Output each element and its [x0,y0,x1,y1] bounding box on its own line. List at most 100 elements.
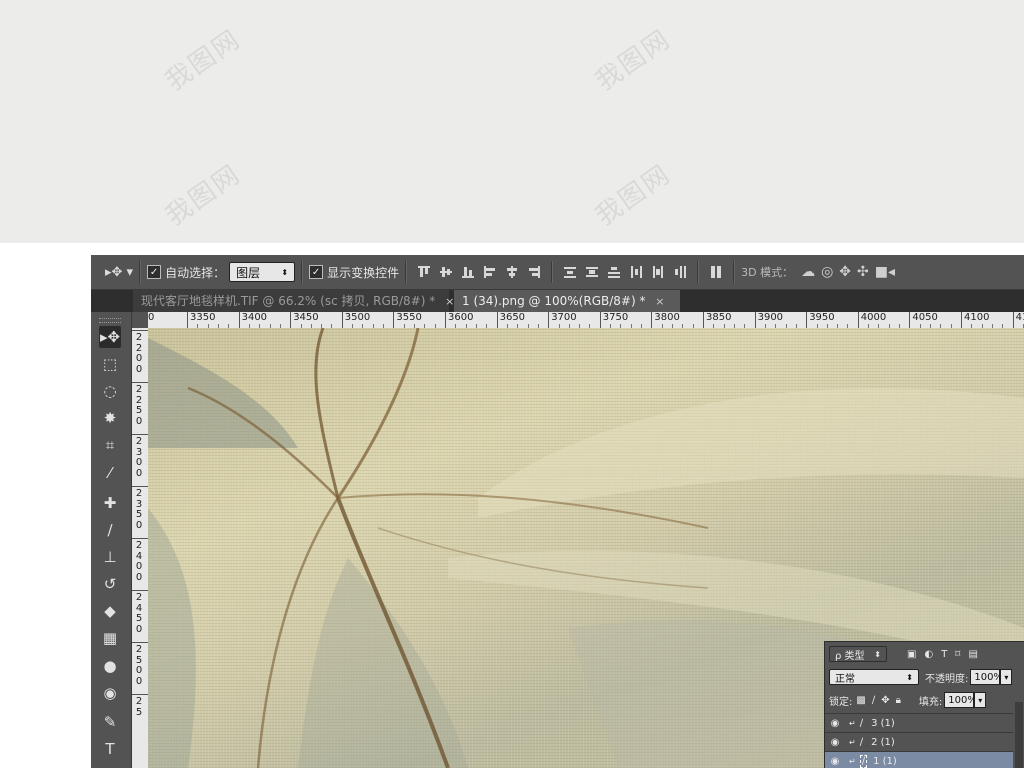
layer-name: 3 (1) [871,717,895,729]
magic-wand-tool[interactable]: ✸ [99,407,121,429]
filter-pixel-icon[interactable]: ▣ [907,649,916,660]
ruler-label-digit: 0 [135,561,143,572]
clone-stamp-tool[interactable]: ⊥ [99,546,121,568]
ruler-label: 3600 [448,312,474,323]
distribute-top-icon[interactable] [563,265,577,279]
ruler-label-digit: 0 [135,467,143,479]
layer-row[interactable]: ◉ ↵ ∕ 3 (1) [825,713,1013,732]
visibility-eye-icon[interactable]: ◉ [825,756,845,767]
pen-tool-icon: ✎ [103,713,117,731]
history-brush-tool-icon: ↺ [103,575,117,593]
lock-all-icon[interactable]: 🔒︎ [896,695,901,706]
move-tool-preset-icon[interactable]: ▸✥ ▾ [105,265,133,280]
ruler-label: 3850 [706,312,732,323]
document-tab-active[interactable]: 1 (34).png @ 100%(RGB/8#) * × [454,290,680,312]
visibility-eye-icon[interactable]: ◉ [825,737,845,748]
horizontal-ruler[interactable]: 0 3350 3400 3450 3500 3550 3600 3650 3700 3750 38… [148,312,1024,329]
layer-row-selected[interactable]: ◉ ↵ ∕ 1 (1) [825,751,1013,768]
ruler-label-digit: 2 [135,488,143,499]
lasso-tool-icon: ◌ [103,382,117,400]
slide-3d-icon[interactable]: ✣ [857,264,869,280]
gradient-tool[interactable]: ▦ [99,627,121,649]
show-transform-checkbox[interactable]: ✓ [309,265,324,279]
clip-indicator-icon: ↵ [849,718,856,728]
ruler-label-digit: 5 [135,405,143,416]
lock-paint-icon[interactable]: ∕ [872,695,875,706]
tab-close-icon[interactable]: × [655,291,664,313]
layers-scrollbar[interactable] [1015,702,1023,768]
type-tool[interactable]: T [99,738,121,760]
blend-mode-dropdown[interactable]: 正常 ⬍ [829,669,919,685]
pen-tool[interactable]: ✎ [99,711,121,733]
filter-type-icon[interactable]: T [941,649,947,660]
filter-shape-icon[interactable]: ⌑ [955,649,960,660]
visibility-eye-icon[interactable]: ◉ [825,718,845,729]
ruler-label: 3950 [809,312,835,323]
eraser-tool[interactable]: ◆ [99,600,121,622]
fill-field[interactable]: 100% [944,692,977,708]
opacity-field[interactable]: 100% [970,669,1003,685]
brush-tool[interactable]: ∕ [99,519,121,541]
layer-name: 2 (1) [871,736,895,748]
auto-select-target-value: 图层 [236,265,261,280]
vertical-ruler[interactable]: 220022502300235024002450250025 [132,328,149,768]
drag-3d-icon[interactable]: ✥ [839,264,851,280]
ruler-label: 3350 [190,312,216,323]
document-tab-inactive[interactable]: 现代客厅地毯样机.TIF @ 66.2% (sc 拷贝, RGB/8#) * × [133,290,454,312]
align-left-icon[interactable] [483,265,497,279]
tool-panel-grip[interactable] [99,318,121,323]
tab-close-icon[interactable]: × [445,291,454,313]
ruler-label: 3750 [602,312,629,323]
layer-thumbnail: ∕ [859,754,868,768]
healing-brush-tool[interactable]: ✚ [99,492,121,514]
ruler-label: 4100 [964,312,990,323]
align-top-icon[interactable] [417,265,431,279]
roll-3d-icon[interactable]: ◎ [821,264,833,280]
align-bottom-icon[interactable] [461,265,475,279]
align-vcenter-icon[interactable] [439,265,453,279]
align-right-icon[interactable] [527,265,541,279]
layer-row[interactable]: ◉ ↵ ∕ 2 (1) [825,732,1013,751]
artwork-leaf [148,338,298,448]
auto-select-checkbox[interactable]: ✓ [147,265,162,279]
distribute-bottom-icon[interactable] [607,265,621,279]
fill-slider-toggle[interactable]: ▾ [974,692,987,708]
path-selection-tool[interactable]: ▶ [99,764,121,768]
lock-transparent-icon[interactable]: ▩ [856,695,865,706]
eyedropper-tool[interactable]: ⁄ [99,462,121,484]
clip-indicator-icon: ↵ [849,737,856,747]
top-blank-area [0,0,1024,243]
auto-align-icon[interactable] [709,265,723,279]
rotate-3d-icon[interactable]: ☁ [801,264,815,280]
distribute-left-icon[interactable] [629,265,643,279]
auto-select-label: 自动选择： [165,265,226,280]
marquee-tool[interactable]: ⬚ [99,353,121,375]
align-hcenter-icon[interactable] [505,265,519,279]
filter-smart-object-icon[interactable]: ▤ [968,649,977,660]
ruler-label-digit: 0 [135,571,143,583]
ruler-label-digit: 4 [135,602,143,614]
scale-3d-icon[interactable]: ■◂ [875,264,895,280]
distribute-vcenter-icon[interactable] [585,265,599,279]
lasso-tool[interactable]: ◌ [99,380,121,402]
mode-3d-label: 3D 模式： [741,266,794,279]
distribute-hcenter-icon[interactable] [651,265,665,279]
distribute-right-icon[interactable] [673,265,687,279]
auto-select-target-dropdown[interactable]: 图层 ⬍ [229,262,296,282]
dodge-tool[interactable]: ◉ [99,682,121,704]
move-tool[interactable]: ▸✥ [99,326,121,348]
history-brush-tool[interactable]: ↺ [99,573,121,595]
ruler-label-digit: 2 [135,592,143,603]
layer-filter-dropdown[interactable]: ρ 类型 ⬍ [829,646,887,662]
opacity-slider-toggle[interactable]: ▾ [1000,669,1013,685]
ruler-tick [132,382,148,383]
crop-tool[interactable]: ⌗ [99,434,121,456]
blur-tool[interactable]: ● [99,655,121,677]
photoshop-window: ▸✥ ▾ ✓ 自动选择： 图层 ⬍ ✓ 显示变换控件 3D 模式： ☁ ◎ ✥ ✣… [91,255,1024,768]
options-bar: ▸✥ ▾ ✓ 自动选择： 图层 ⬍ ✓ 显示变换控件 3D 模式： ☁ ◎ ✥ ✣… [91,255,1024,290]
filter-adjustment-icon[interactable]: ◐ [924,649,933,660]
ruler-label: 3900 [757,312,784,323]
ruler-origin-label: 0 [148,312,155,323]
lock-position-icon[interactable]: ✥ [881,695,889,706]
type-tool-icon: T [105,740,115,758]
